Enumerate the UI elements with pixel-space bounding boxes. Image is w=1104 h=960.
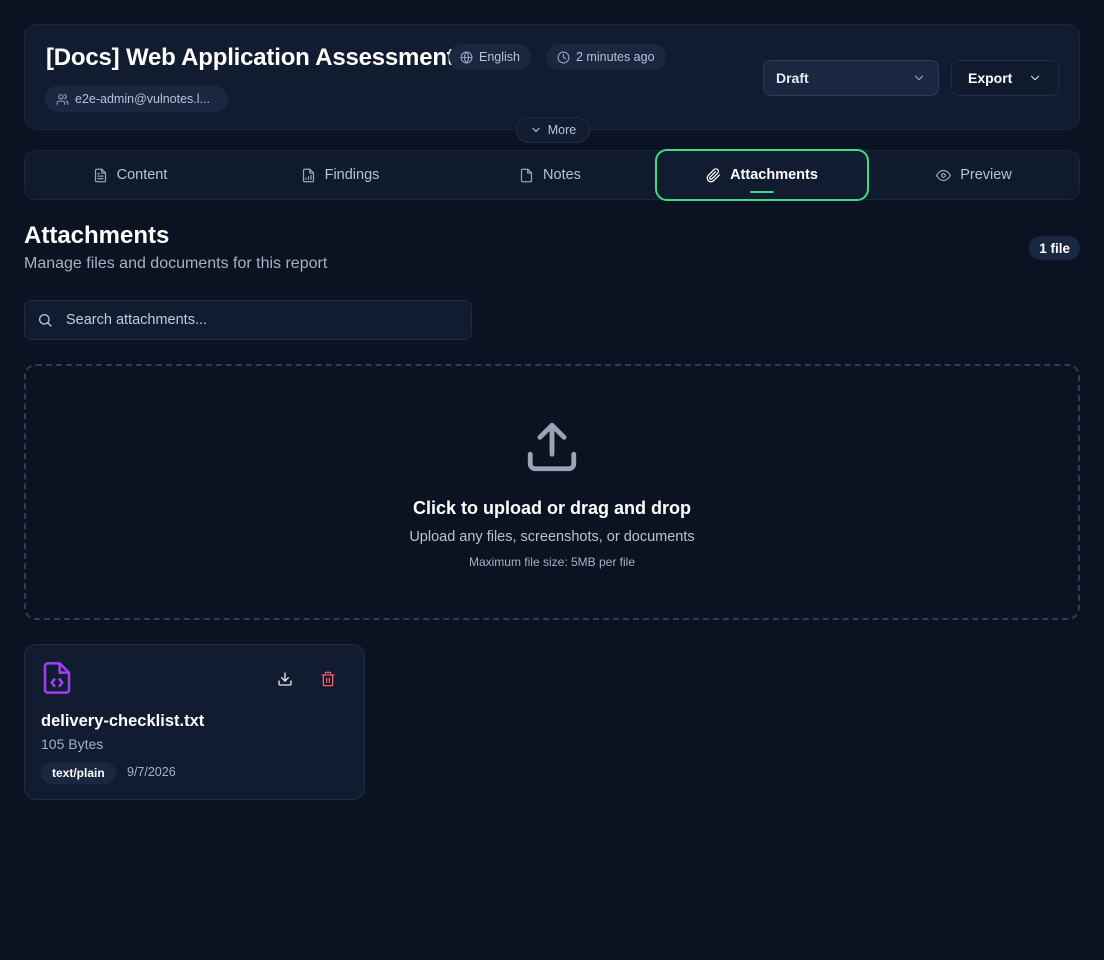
upload-dropzone[interactable]: Click to upload or drag and drop Upload … [24,364,1080,620]
file-name: delivery-checklist.txt [41,712,205,730]
tab-preview[interactable]: Preview [869,151,1079,199]
file-count-badge: 1 file [1029,236,1080,260]
assignee-label: e2e-admin@vulnotes.l... [75,92,210,106]
updated-label: 2 minutes ago [576,50,655,64]
file-date: 9/7/2026 [127,765,176,779]
file-size: 105 Bytes [41,736,104,752]
tab-content[interactable]: Content [25,151,235,199]
attachment-card: delivery-checklist.txt 105 Bytes text/pl… [24,644,365,800]
eye-icon [936,169,952,181]
globe-icon [460,51,473,63]
report-header: [Docs] Web Application Assessment Englis… [24,24,1080,143]
download-icon [278,672,292,686]
language-label: English [479,50,520,64]
language-chip[interactable]: English [449,44,531,70]
search-box [24,300,472,340]
tab-notes[interactable]: Notes [445,151,655,199]
upload-icon [527,422,577,472]
delete-button[interactable] [318,669,338,689]
chevron-down-icon [1030,75,1040,81]
dropzone-title: Click to upload or drag and drop [412,498,691,518]
chevron-down-icon [914,75,924,81]
tab-label: Notes [543,167,581,183]
more-button[interactable]: More [516,117,590,143]
updated-chip: 2 minutes ago [546,44,666,70]
tab-label: Attachments [730,167,818,183]
export-button[interactable]: Export [951,60,1059,96]
users-icon [56,93,69,105]
file-text-icon [94,168,106,182]
chevron-down-icon [532,127,540,133]
dropzone-subtitle: Upload any files, screenshots, or docume… [409,529,695,545]
page-title: [Docs] Web Application Assessment [46,44,455,71]
report-tabs: Content Findings Notes Attachments Previ… [24,149,1080,201]
search-input[interactable] [66,312,459,328]
tab-label: Preview [960,167,1012,183]
status-value: Draft [776,70,809,86]
section-title: Attachments [24,222,170,249]
status-select[interactable]: Draft [763,60,939,96]
file-code-icon [43,662,71,694]
tab-label: Findings [324,167,380,183]
more-label: More [547,123,577,137]
tab-findings[interactable]: Findings [235,151,445,199]
tab-attachments[interactable]: Attachments [655,149,869,201]
paperclip-icon [706,167,721,182]
clock-icon [557,51,570,63]
mime-type-badge: text/plain [41,762,116,784]
assignee-chip[interactable]: e2e-admin@vulnotes.l... [45,86,228,112]
dropzone-limit: Maximum file size: 5MB per file [468,555,636,569]
tab-label: Content [116,167,168,183]
section-subtitle: Manage files and documents for this repo… [24,255,328,272]
export-label: Export [968,70,1013,86]
trash-icon [321,671,335,687]
download-button[interactable] [275,669,295,689]
file-icon [520,168,533,182]
search-icon [39,314,52,327]
file-chart-icon [302,168,314,182]
